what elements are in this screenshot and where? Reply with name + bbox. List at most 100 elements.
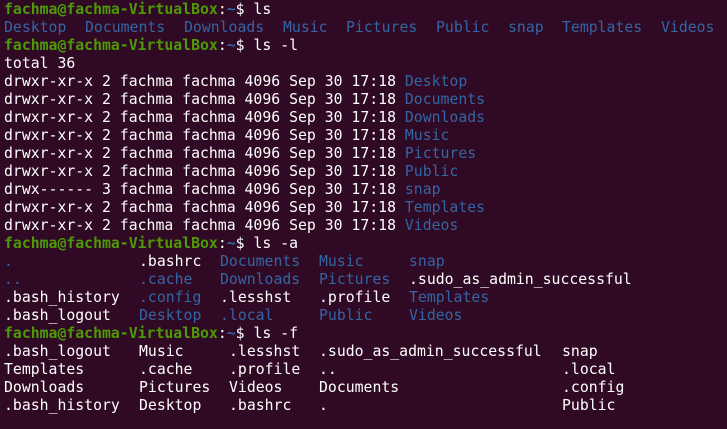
file-entry: .bash_history <box>4 289 120 306</box>
file-entry: Music <box>139 343 184 360</box>
file-entry: Desktop <box>139 397 202 414</box>
file-entry: . <box>319 397 328 414</box>
prompt-user-host: fachma@fachma-VirtualBox <box>4 37 218 54</box>
ls-f-listing: .bash_logout Music .lesshst .sudo_as_admin_… <box>0 343 727 415</box>
file-entry: Public <box>562 397 616 414</box>
directory-entry: Desktop <box>404 73 468 90</box>
directory-entry: Videos <box>409 307 463 324</box>
file-entry: .bashrc <box>229 397 292 414</box>
file-entry: .local <box>562 361 616 378</box>
ls-a-listing: . .bashrc Documents Music snap.. .cache Downlo… <box>0 253 727 325</box>
file-entry: Pictures <box>139 379 211 396</box>
file-entry: .. <box>319 361 337 378</box>
prompt-separator: : <box>217 1 227 18</box>
ls-f-row: .bash_history Desktop .bashrc. Public <box>0 397 727 415</box>
file-entry: snap <box>562 343 598 360</box>
file-metadata: drwxr-xr-x 2 fachma fachma 4096 Sep 30 1… <box>4 109 405 126</box>
ls-output-row: Desktop Documents Downloads Music Pictures Pu… <box>0 19 727 37</box>
prompt-separator: : <box>217 325 227 342</box>
ls-f-row: Templates .cache .profile.. .local <box>0 361 727 379</box>
file-entry: .config <box>562 379 625 396</box>
file-entry: .sudo_as_admin_successful <box>409 271 632 288</box>
ls-a-row: .. .cache Downloads Pictures .sudo_as_admin_… <box>0 271 727 289</box>
prompt-separator: : <box>217 235 227 252</box>
directory-entry: Templates <box>404 199 486 216</box>
directory-entry: .. <box>4 271 22 288</box>
file-metadata: drwxr-xr-x 2 fachma fachma 4096 Sep 30 1… <box>4 127 405 144</box>
file-entry: .profile <box>319 289 391 306</box>
file-entry: .cache <box>139 361 193 378</box>
ls-l-total: total 36 <box>4 55 76 72</box>
directory-entry: Videos <box>404 217 459 234</box>
prompt-path: ~ <box>226 1 236 18</box>
prompt-user-host: fachma@fachma-VirtualBox <box>4 325 218 342</box>
file-entry: Templates <box>4 361 85 378</box>
ls-l-row: drwxr-xr-x 2 fachma fachma 4096 Sep 30 1… <box>0 109 727 127</box>
directory-entry: snap <box>404 181 441 198</box>
file-metadata: drwx------ 3 fachma fachma 4096 Sep 30 1… <box>4 181 405 198</box>
file-entry: Downloads <box>4 379 85 396</box>
directory-entry: Templates <box>409 289 490 306</box>
file-metadata: drwxr-xr-x 2 fachma fachma 4096 Sep 30 1… <box>4 163 405 180</box>
prompt-user-host: fachma@fachma-VirtualBox <box>4 1 218 18</box>
ls-a-row: . .bashrc Documents Music snap <box>0 253 727 271</box>
directory-entry: .cache <box>139 271 193 288</box>
prompt-path: ~ <box>226 325 236 342</box>
directory-entry: Templates <box>562 19 643 36</box>
file-metadata: drwxr-xr-x 2 fachma fachma 4096 Sep 30 1… <box>4 199 405 216</box>
prompt-symbol: $ <box>235 1 245 18</box>
directory-entry: Downloads <box>220 271 301 288</box>
directory-entry: Downloads <box>184 19 265 36</box>
file-entry: .sudo_as_admin_successful <box>319 343 542 360</box>
directory-entry: Pictures <box>346 19 418 36</box>
file-metadata: drwxr-xr-x 2 fachma fachma 4096 Sep 30 1… <box>4 145 405 162</box>
command-text: ls <box>253 1 272 18</box>
file-entry: .lesshst <box>229 343 301 360</box>
directory-entry: Documents <box>85 19 166 36</box>
file-metadata: drwxr-xr-x 2 fachma fachma 4096 Sep 30 1… <box>4 217 405 234</box>
directory-entry: Music <box>319 253 364 270</box>
directory-entry: Desktop <box>4 19 67 36</box>
directory-entry: Documents <box>404 91 486 108</box>
directory-entry: Documents <box>220 253 301 270</box>
directory-entry: Downloads <box>404 109 486 126</box>
prompt-symbol: $ <box>235 37 245 54</box>
directory-entry: Pictures <box>404 145 477 162</box>
prompt-line: fachma@fachma-VirtualBox:~$ ls -a <box>0 235 727 253</box>
prompt-symbol: $ <box>235 235 245 252</box>
file-entry: Videos <box>229 379 283 396</box>
directory-entry: snap <box>409 253 445 270</box>
ls-l-listing: drwxr-xr-x 2 fachma fachma 4096 Sep 30 1… <box>0 73 727 235</box>
prompt-path: ~ <box>226 37 236 54</box>
ls-a-row: .bash_logout Desktop .local Public Videos <box>0 307 727 325</box>
directory-entry: Music <box>283 19 328 36</box>
prompt-line: fachma@fachma-VirtualBox:~$ ls <box>0 1 727 19</box>
ls-l-row: drwx------ 3 fachma fachma 4096 Sep 30 1… <box>0 181 727 199</box>
directory-entry: Public <box>404 163 459 180</box>
directory-entry: Pictures <box>319 271 391 288</box>
prompt-line: fachma@fachma-VirtualBox:~$ ls -f <box>0 325 727 343</box>
command-text: ls -f <box>253 325 299 342</box>
terminal-window[interactable]: fachma@fachma-VirtualBox:~$ ls Desktop Do… <box>0 0 727 429</box>
prompt-symbol: $ <box>235 325 245 342</box>
command-text: ls -a <box>253 235 299 252</box>
ls-l-row: drwxr-xr-x 2 fachma fachma 4096 Sep 30 1… <box>0 163 727 181</box>
directory-entry: Videos <box>661 19 715 36</box>
ls-l-row: drwxr-xr-x 2 fachma fachma 4096 Sep 30 1… <box>0 91 727 109</box>
ls-l-row: drwxr-xr-x 2 fachma fachma 4096 Sep 30 1… <box>0 73 727 91</box>
ls-a-row: .bash_history .config .lesshst .profile Temp… <box>0 289 727 307</box>
prompt-line: fachma@fachma-VirtualBox:~$ ls -l <box>0 37 727 55</box>
file-entry: .bash_logout <box>4 343 111 360</box>
file-entry: .bash_logout <box>4 307 111 324</box>
directory-entry: snap <box>508 19 544 36</box>
prompt-user-host: fachma@fachma-VirtualBox <box>4 235 218 252</box>
directory-entry: Public <box>319 307 373 324</box>
file-metadata: drwxr-xr-x 2 fachma fachma 4096 Sep 30 1… <box>4 91 405 108</box>
directory-entry: Public <box>436 19 490 36</box>
ls-l-row: drwxr-xr-x 2 fachma fachma 4096 Sep 30 1… <box>0 127 727 145</box>
file-metadata: drwxr-xr-x 2 fachma fachma 4096 Sep 30 1… <box>4 73 405 90</box>
prompt-separator: : <box>217 37 227 54</box>
ls-l-row: drwxr-xr-x 2 fachma fachma 4096 Sep 30 1… <box>0 217 727 235</box>
ls-l-row: drwxr-xr-x 2 fachma fachma 4096 Sep 30 1… <box>0 145 727 163</box>
command-text: ls -l <box>253 37 299 54</box>
